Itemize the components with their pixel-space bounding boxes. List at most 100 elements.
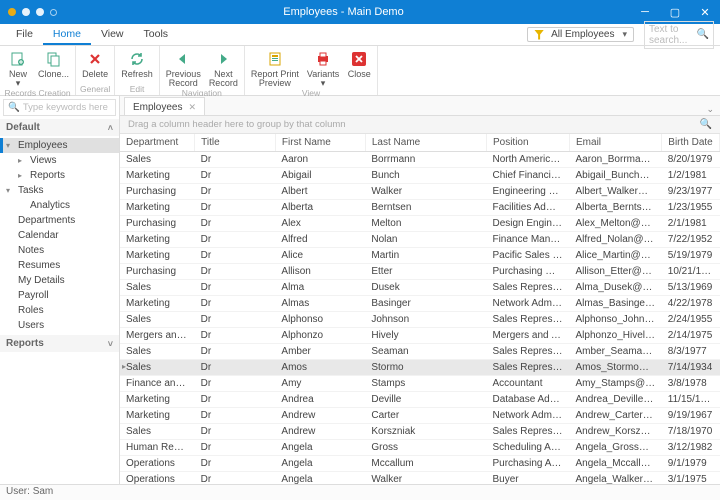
column-header[interactable]: Last Name [365, 134, 486, 152]
table-cell: Scheduling Assistant [486, 440, 569, 456]
tab-employees[interactable]: Employees ✕ [124, 97, 205, 115]
table-cell: Abigail [275, 168, 365, 184]
menu-view[interactable]: View [91, 25, 134, 45]
sidebar-item-reports[interactable]: ▸Reports [0, 168, 119, 183]
delete-icon [86, 50, 104, 68]
table-cell: Sales Representative [486, 360, 569, 376]
table-row[interactable]: OperationsDrAngelaWalkerBuyerAngela_Walk… [120, 472, 720, 485]
ribbon-group-general: DeleteGeneral [76, 46, 115, 95]
close-icon[interactable]: ✕ [188, 102, 196, 113]
table-cell: 10/21/1969 [662, 264, 720, 280]
column-header[interactable]: Title [195, 134, 276, 152]
menu-tools[interactable]: Tools [134, 25, 179, 45]
menubar: FileHomeViewTools All Employees ▾ Text t… [0, 24, 720, 46]
table-cell: Bunch [365, 168, 486, 184]
column-header[interactable]: Birth Date [662, 134, 720, 152]
clone-button[interactable]: Clone... [36, 48, 71, 88]
ribbon-button-label: New▾ [9, 70, 27, 88]
table-row[interactable]: MarketingDrAlmasBasingerNetwork Administ… [120, 296, 720, 312]
table-cell: Amos_Stormo@example.... [570, 360, 662, 376]
sidebar-search-input[interactable]: 🔍 Type keywords here [3, 99, 116, 116]
sidebar-item-roles[interactable]: Roles [0, 303, 119, 318]
table-cell: Albert_Walker@example.... [570, 184, 662, 200]
chevron-down-icon[interactable]: ⌄ [706, 104, 714, 115]
sidebar-item-users[interactable]: Users [0, 318, 119, 333]
menu-home[interactable]: Home [43, 25, 91, 45]
table-row[interactable]: MarketingDrAlbertaBerntsenFacilities Adm… [120, 200, 720, 216]
group-by-bar[interactable]: Drag a column header here to group by th… [120, 116, 720, 134]
sys-icon [50, 9, 57, 16]
table-cell: Alfred [275, 232, 365, 248]
table-row[interactable]: PurchasingDrAlexMeltonDesign EngineerAle… [120, 216, 720, 232]
search-icon[interactable]: 🔍 [700, 119, 712, 130]
sidebar-section-reports[interactable]: Reports˅ [0, 335, 119, 352]
sidebar-item-views[interactable]: ▸Views [0, 153, 119, 168]
view-filter-dropdown[interactable]: All Employees ▾ [527, 27, 634, 42]
sidebar-item-calendar[interactable]: Calendar [0, 228, 119, 243]
table-row[interactable]: SalesDrAmberSeamanSales RepresentativeAm… [120, 344, 720, 360]
menu-file[interactable]: File [6, 25, 43, 45]
table-cell: Dr [195, 264, 276, 280]
table-row[interactable]: MarketingDrAndreaDevilleDatabase Adminis… [120, 392, 720, 408]
sidebar-item-departments[interactable]: Departments [0, 213, 119, 228]
table-row[interactable]: SalesDrAmosStormoSales RepresentativeAmo… [120, 360, 720, 376]
table-cell: Marketing [120, 232, 195, 248]
table-row[interactable]: MarketingDrAlfredNolanFinance ManagerAlf… [120, 232, 720, 248]
close-icon [350, 50, 368, 68]
table-cell: Dr [195, 472, 276, 485]
table-row[interactable]: SalesDrAndrewKorszniakSales Representati… [120, 424, 720, 440]
new-button[interactable]: New▾ [4, 48, 32, 88]
table-row[interactable]: SalesDrAaronBorrmannNorth American Sales… [120, 152, 720, 168]
prev-record-button[interactable]: PreviousRecord [164, 48, 203, 88]
sidebar-item-my-details[interactable]: My Details [0, 273, 119, 288]
table-cell: Sales [120, 312, 195, 328]
report-preview-button[interactable]: Report PrintPreview [249, 48, 301, 88]
table-row[interactable]: PurchasingDrAlbertWalkerEngineering Mana… [120, 184, 720, 200]
table-row[interactable]: SalesDrAlmaDusekSales RepresentativeAlma… [120, 280, 720, 296]
sidebar-item-notes[interactable]: Notes [0, 243, 119, 258]
table-row[interactable]: OperationsDrAngelaMccallumPurchasing Ass… [120, 456, 720, 472]
close-button[interactable]: Close [345, 48, 373, 88]
statusbar: User: Sam [0, 484, 720, 500]
table-cell: Finance and Ac... [120, 376, 195, 392]
table-cell: Marketing [120, 408, 195, 424]
variants-button[interactable]: Variants▾ [305, 48, 341, 88]
table-cell: Albert [275, 184, 365, 200]
table-cell: Sales [120, 280, 195, 296]
table-cell: Sales [120, 360, 195, 376]
window-title: Employees - Main Demo [57, 6, 630, 18]
table-cell: Dr [195, 168, 276, 184]
sidebar-item-analytics[interactable]: Analytics [0, 198, 119, 213]
table-cell: Dr [195, 456, 276, 472]
table-cell: Sales [120, 344, 195, 360]
refresh-button[interactable]: Refresh [119, 48, 155, 79]
table-cell: Carter [365, 408, 486, 424]
table-row[interactable]: Mergers and Ac...DrAlphonzoHivelyMergers… [120, 328, 720, 344]
table-cell: Human Resourc... [120, 440, 195, 456]
table-row[interactable]: PurchasingDrAllisonEtterPurchasing Manag… [120, 264, 720, 280]
data-grid[interactable]: DepartmentTitleFirst NameLast NamePositi… [120, 134, 720, 484]
table-cell: Purchasing Manager [486, 264, 569, 280]
table-row[interactable]: Finance and Ac...DrAmyStampsAccountantAm… [120, 376, 720, 392]
table-row[interactable]: SalesDrAlphonsoJohnsonSales Representati… [120, 312, 720, 328]
global-search-input[interactable]: Text to search... 🔍 [644, 21, 714, 49]
table-row[interactable]: MarketingDrAndrewCarterNetwork Administr… [120, 408, 720, 424]
delete-button[interactable]: Delete [80, 48, 110, 79]
column-header[interactable]: Department [120, 134, 195, 152]
table-row[interactable]: MarketingDrAbigailBunchChief Financial O… [120, 168, 720, 184]
table-cell: Johnson [365, 312, 486, 328]
next-record-button[interactable]: NextRecord [207, 48, 240, 88]
sidebar-item-payroll[interactable]: Payroll [0, 288, 119, 303]
column-header[interactable]: First Name [275, 134, 365, 152]
sidebar-section-default[interactable]: Default˄ [0, 119, 119, 136]
table-cell: Martin [365, 248, 486, 264]
sidebar-item-employees[interactable]: ▾Employees [0, 138, 119, 153]
column-header[interactable]: Email [570, 134, 662, 152]
sidebar-item-resumes[interactable]: Resumes [0, 258, 119, 273]
table-row[interactable]: MarketingDrAliceMartinPacific Sales Mana… [120, 248, 720, 264]
table-row[interactable]: Human Resourc...DrAngelaGrossScheduling … [120, 440, 720, 456]
sidebar-item-tasks[interactable]: ▾Tasks [0, 183, 119, 198]
table-cell: Database Administrator [486, 392, 569, 408]
column-header[interactable]: Position [486, 134, 569, 152]
ribbon: New▾Clone...Records CreationDeleteGenera… [0, 46, 720, 96]
